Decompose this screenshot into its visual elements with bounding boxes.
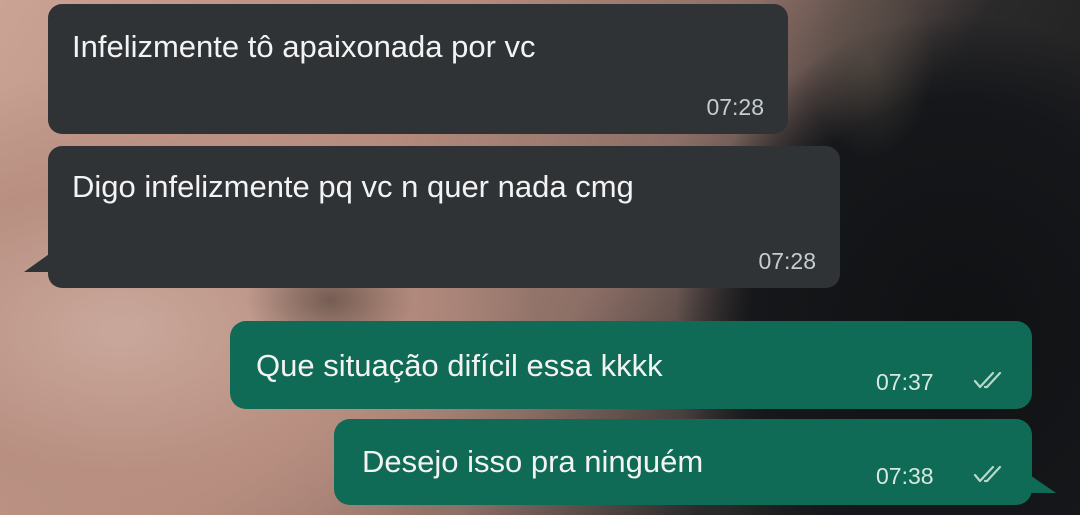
message-time: 07:37	[876, 369, 934, 395]
outgoing-bubble-tail	[1024, 471, 1056, 493]
incoming-message-bubble[interactable]: Infelizmente tô apaixonada por vc 07:28	[48, 4, 788, 134]
message-text: Desejo isso pra ninguém	[362, 444, 704, 479]
message-text: Infelizmente tô apaixonada por vc	[72, 29, 536, 64]
message-text: Digo infelizmente pq vc n quer nada cmg	[72, 169, 634, 204]
message-time: 07:28	[758, 248, 816, 274]
incoming-bubble-tail	[24, 252, 52, 272]
message-time: 07:28	[706, 94, 764, 120]
outgoing-message-bubble[interactable]: Desejo isso pra ninguém 07:38	[334, 419, 1032, 505]
outgoing-message-bubble[interactable]: Que situação difícil essa kkkk 07:37	[230, 321, 1032, 409]
message-time: 07:38	[876, 463, 934, 489]
message-text: Que situação difícil essa kkkk	[256, 348, 663, 383]
double-check-icon	[973, 371, 1002, 389]
incoming-message-bubble[interactable]: Digo infelizmente pq vc n quer nada cmg …	[48, 146, 840, 288]
double-check-icon	[973, 465, 1002, 483]
